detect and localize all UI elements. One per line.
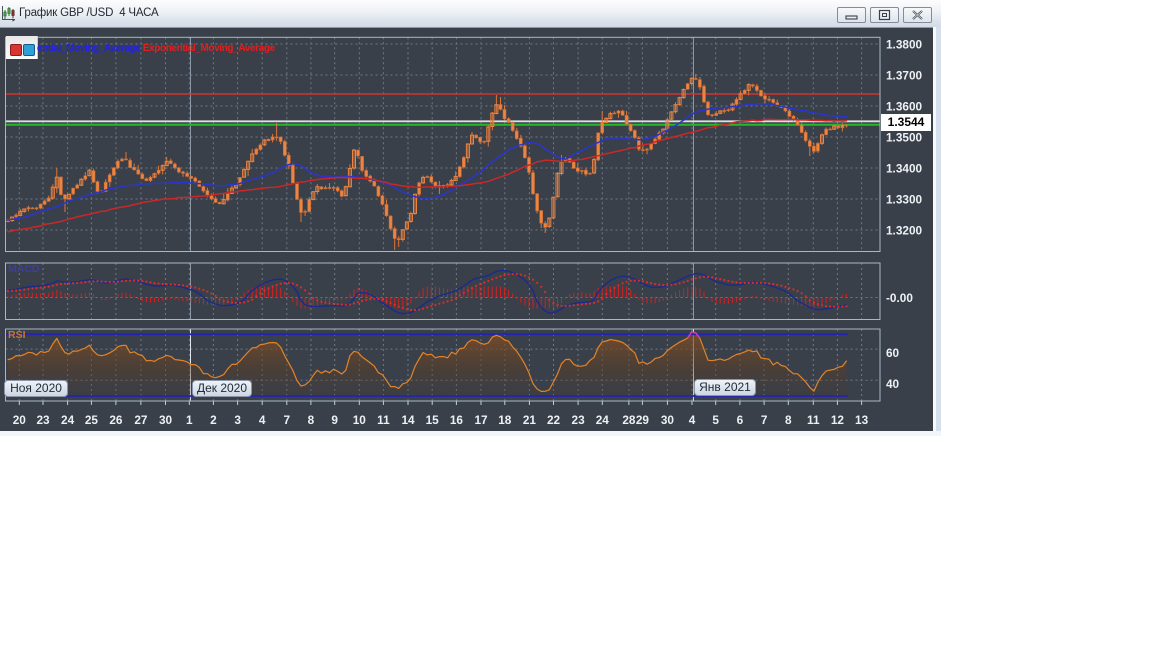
svg-text:24: 24 xyxy=(596,413,610,427)
svg-text:60: 60 xyxy=(886,346,900,360)
svg-text:1: 1 xyxy=(186,413,193,427)
svg-text:1.3700: 1.3700 xyxy=(886,69,923,83)
svg-text:1.3300: 1.3300 xyxy=(886,193,923,207)
svg-text:1.3800: 1.3800 xyxy=(886,38,923,52)
svg-text:10: 10 xyxy=(353,413,367,427)
svg-text:20: 20 xyxy=(13,413,27,427)
svg-text:16: 16 xyxy=(450,413,464,427)
svg-text:1.3200: 1.3200 xyxy=(886,224,923,238)
svg-text:28: 28 xyxy=(622,413,636,427)
svg-text:4: 4 xyxy=(259,413,266,427)
svg-text:17: 17 xyxy=(474,413,488,427)
svg-text:21: 21 xyxy=(523,413,537,427)
svg-text:25: 25 xyxy=(85,413,99,427)
svg-text:1.3500: 1.3500 xyxy=(886,131,923,145)
svg-text:18: 18 xyxy=(498,413,512,427)
svg-text:22: 22 xyxy=(547,413,561,427)
svg-text:3: 3 xyxy=(234,413,241,427)
svg-text:15: 15 xyxy=(426,413,440,427)
svg-text:12: 12 xyxy=(831,413,845,427)
svg-text:30: 30 xyxy=(661,413,675,427)
svg-text:29: 29 xyxy=(636,413,650,427)
svg-text:RSI: RSI xyxy=(8,329,26,341)
svg-text:27: 27 xyxy=(134,413,148,427)
svg-text:11: 11 xyxy=(807,413,820,427)
svg-text:24: 24 xyxy=(61,413,75,427)
svg-text:14: 14 xyxy=(401,413,415,427)
svg-text:4: 4 xyxy=(689,413,696,427)
svg-text:9: 9 xyxy=(331,413,338,427)
svg-text:7: 7 xyxy=(761,413,768,427)
svg-text:5: 5 xyxy=(712,413,719,427)
svg-text:2: 2 xyxy=(210,413,217,427)
svg-text:11: 11 xyxy=(377,413,390,427)
svg-text:7: 7 xyxy=(284,413,291,427)
svg-text:8: 8 xyxy=(308,413,315,427)
svg-text:8: 8 xyxy=(785,413,792,427)
svg-text:23: 23 xyxy=(36,413,50,427)
svg-text:-0.00: -0.00 xyxy=(886,291,913,305)
svg-text:30: 30 xyxy=(159,413,173,427)
svg-text:13: 13 xyxy=(855,413,869,427)
svg-text:1.3400: 1.3400 xyxy=(886,162,923,176)
svg-text:1.3600: 1.3600 xyxy=(886,100,923,114)
svg-text:23: 23 xyxy=(572,413,586,427)
svg-text:MACD: MACD xyxy=(8,263,40,275)
svg-text:26: 26 xyxy=(109,413,123,427)
svg-text:40: 40 xyxy=(886,377,900,391)
svg-text:6: 6 xyxy=(737,413,744,427)
